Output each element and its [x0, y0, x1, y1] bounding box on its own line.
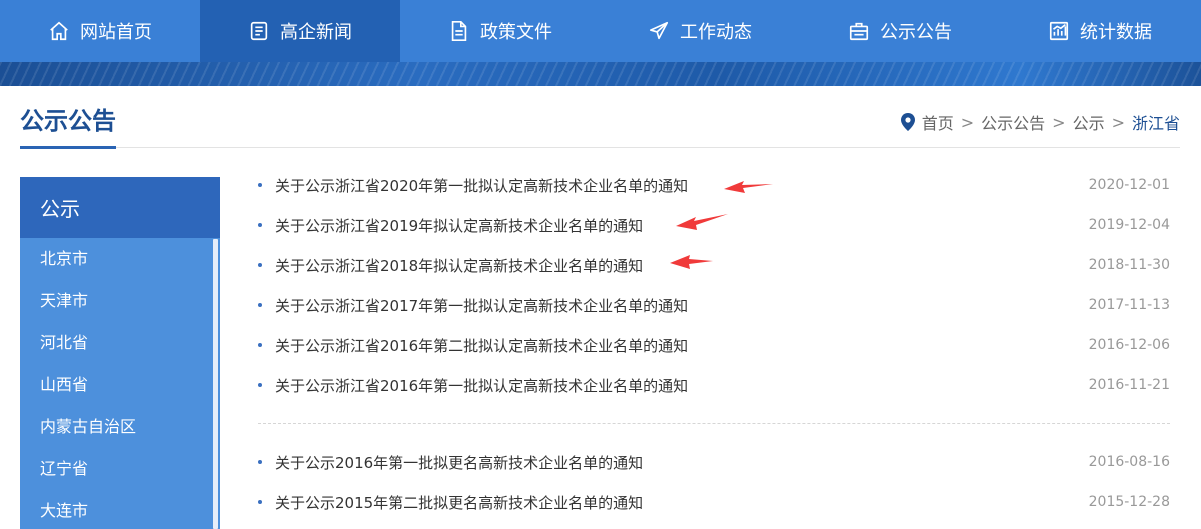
list-divider — [258, 423, 1170, 424]
bullet-icon — [258, 343, 262, 347]
chart-icon — [1048, 20, 1070, 42]
notice-date: 2019-12-04 — [1088, 217, 1170, 233]
breadcrumb-current: 浙江省 — [1131, 114, 1180, 133]
sidebar-item-beijing[interactable]: 北京市 — [20, 238, 220, 280]
sidebar: 公示 北京市 天津市 河北省 山西省 内蒙古自治区 辽宁省 大连市 — [20, 177, 220, 529]
paper-plane-icon — [648, 20, 670, 42]
notice-title[interactable]: 关于公示浙江省2018年拟认定高新技术企业名单的通知 — [275, 255, 643, 276]
sidebar-item-dalian[interactable]: 大连市 — [20, 490, 220, 529]
nav-item-label: 工作动态 — [680, 22, 752, 43]
notice-title[interactable]: 关于公示2015年第二批拟更名高新技术企业名单的通知 — [275, 492, 643, 513]
top-navigation: 网站首页 高企新闻 政策文件 工作动态 公示公告 统计数据 — [0, 0, 1201, 62]
nav-item-label: 统计数据 — [1080, 22, 1152, 43]
notice-date: 2016-12-06 — [1088, 337, 1170, 353]
bullet-icon — [258, 183, 262, 187]
nav-item-label: 公示公告 — [880, 22, 952, 43]
list-item[interactable]: 关于公示浙江省2020年第一批拟认定高新技术企业名单的通知 2020-12-01 — [258, 165, 1170, 205]
bullet-icon — [258, 303, 262, 307]
nav-item-label: 高企新闻 — [280, 22, 352, 43]
list-item[interactable]: 关于公示浙江省2019年拟认定高新技术企业名单的通知 2019-12-04 — [258, 205, 1170, 245]
sidebar-item-liaoning[interactable]: 辽宁省 — [20, 448, 220, 490]
sidebar-item-inner-mongolia[interactable]: 内蒙古自治区 — [20, 406, 220, 448]
bullet-icon — [258, 460, 262, 464]
breadcrumb: 首页 > 公示公告 > 公示 > 浙江省 — [900, 110, 1180, 134]
sidebar-header: 公示 — [20, 177, 220, 238]
notice-title[interactable]: 关于公示浙江省2019年拟认定高新技术企业名单的通知 — [275, 215, 643, 236]
news-icon — [248, 20, 270, 42]
header-banner — [0, 62, 1201, 86]
list-item[interactable]: 关于公示2015年第二批拟更名高新技术企业名单的通知 2015-12-28 — [258, 482, 1170, 522]
notice-date: 2015-12-28 — [1088, 494, 1170, 510]
notice-list: 关于公示浙江省2020年第一批拟认定高新技术企业名单的通知 2020-12-01… — [258, 165, 1170, 522]
breadcrumb-separator: > — [1052, 112, 1066, 132]
location-pin-icon — [900, 113, 915, 131]
notice-title[interactable]: 关于公示浙江省2016年第一批拟认定高新技术企业名单的通知 — [275, 375, 688, 396]
sidebar-scrollbar[interactable] — [213, 239, 218, 529]
list-item[interactable]: 关于公示浙江省2017年第一批拟认定高新技术企业名单的通知 2017-11-13 — [258, 285, 1170, 325]
bullet-icon — [258, 383, 262, 387]
heading-row: 公示公告 首页 > 公示公告 > 公示 > 浙江省 — [20, 86, 1180, 149]
nav-item-label: 网站首页 — [80, 22, 152, 43]
list-item[interactable]: 关于公示浙江省2016年第一批拟认定高新技术企业名单的通知 2016-11-21 — [258, 365, 1170, 405]
list-item[interactable]: 关于公示浙江省2018年拟认定高新技术企业名单的通知 2018-11-30 — [258, 245, 1170, 285]
list-item[interactable]: 关于公示浙江省2016年第二批拟认定高新技术企业名单的通知 2016-12-06 — [258, 325, 1170, 365]
sidebar-list: 北京市 天津市 河北省 山西省 内蒙古自治区 辽宁省 大连市 — [20, 238, 220, 529]
sidebar-item-tianjin[interactable]: 天津市 — [20, 280, 220, 322]
notice-date: 2020-12-01 — [1088, 177, 1170, 193]
notice-date: 2016-08-16 — [1088, 454, 1170, 470]
nav-item-policy[interactable]: 政策文件 — [400, 0, 600, 62]
nav-item-label: 政策文件 — [480, 22, 552, 43]
notice-title[interactable]: 关于公示浙江省2017年第一批拟认定高新技术企业名单的通知 — [275, 295, 688, 316]
home-icon — [48, 20, 70, 42]
notice-title[interactable]: 关于公示2016年第一批拟更名高新技术企业名单的通知 — [275, 452, 643, 473]
nav-item-announcement[interactable]: 公示公告 — [800, 0, 1000, 62]
bullet-icon — [258, 223, 262, 227]
notice-title[interactable]: 关于公示浙江省2020年第一批拟认定高新技术企业名单的通知 — [275, 175, 688, 196]
notice-date: 2017-11-13 — [1088, 297, 1170, 313]
nav-item-news[interactable]: 高企新闻 — [200, 0, 400, 62]
sidebar-item-hebei[interactable]: 河北省 — [20, 322, 220, 364]
bullet-icon — [258, 500, 262, 504]
nav-item-statistics[interactable]: 统计数据 — [1000, 0, 1200, 62]
notice-date: 2018-11-30 — [1088, 257, 1170, 273]
breadcrumb-separator: > — [1111, 112, 1125, 132]
bullet-icon — [258, 263, 262, 267]
page-title: 公示公告 — [20, 106, 116, 149]
list-item[interactable]: 关于公示2016年第一批拟更名高新技术企业名单的通知 2016-08-16 — [258, 442, 1170, 482]
notice-title[interactable]: 关于公示浙江省2016年第二批拟认定高新技术企业名单的通知 — [275, 335, 688, 356]
breadcrumb-announcement[interactable]: 公示公告 — [981, 110, 1045, 134]
notice-date: 2016-11-21 — [1088, 377, 1170, 393]
sidebar-item-shanxi[interactable]: 山西省 — [20, 364, 220, 406]
announcement-icon — [848, 20, 870, 42]
breadcrumb-home[interactable]: 首页 — [922, 110, 954, 134]
breadcrumb-notice[interactable]: 公示 — [1073, 110, 1105, 134]
nav-item-home[interactable]: 网站首页 — [0, 0, 200, 62]
nav-item-work[interactable]: 工作动态 — [600, 0, 800, 62]
document-icon — [448, 20, 470, 42]
breadcrumb-separator: > — [960, 112, 975, 132]
